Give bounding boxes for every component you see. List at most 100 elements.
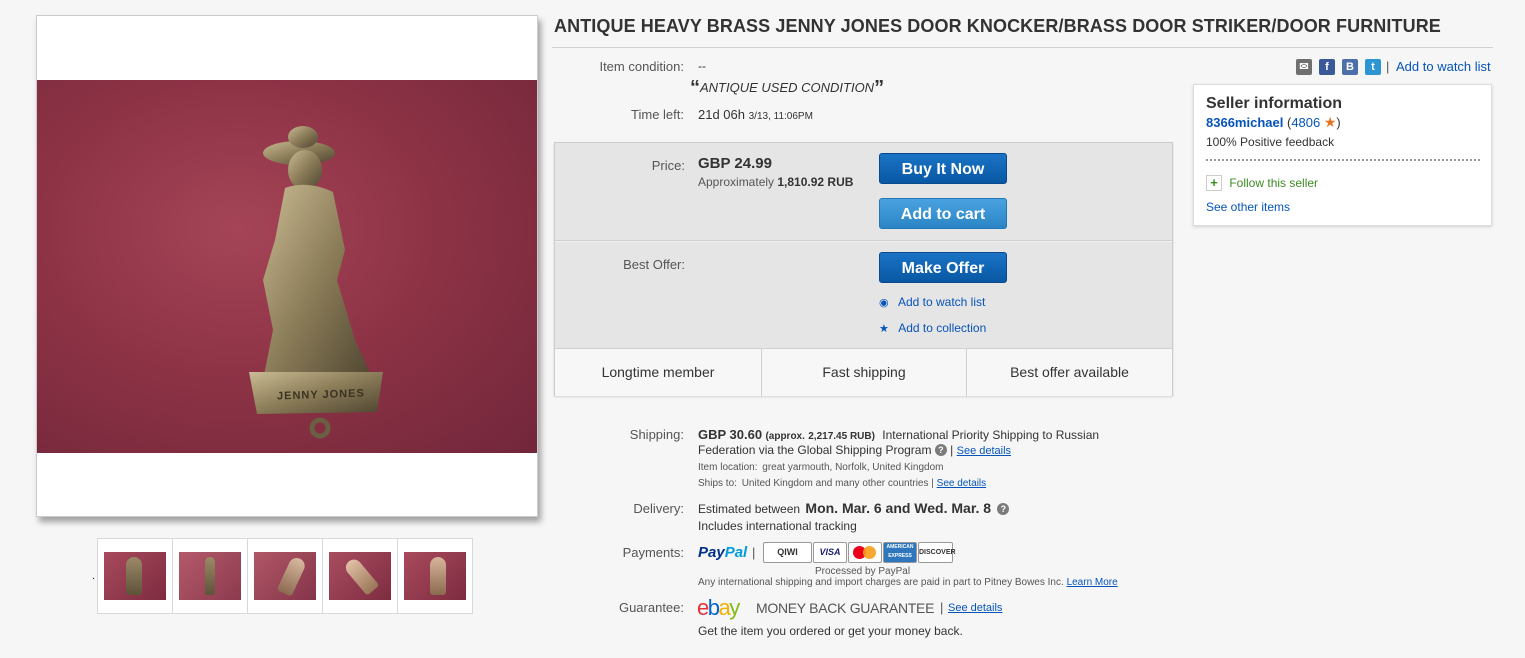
shipping-line-2: Federation via the Global Shipping Progr… xyxy=(698,443,1011,457)
twitter-icon[interactable]: t xyxy=(1365,59,1381,75)
shipping-cost: GBP 30.60 xyxy=(698,427,763,442)
price-amount: GBP 24.99 xyxy=(698,155,772,172)
mastercard-card-icon xyxy=(848,542,882,563)
feedback-score-link[interactable]: 4806 xyxy=(1291,115,1320,130)
item-location-value: great yarmouth, Norfolk, United Kingdom xyxy=(762,462,944,473)
condition-note-text: ANTIQUE USED CONDITION xyxy=(700,80,875,95)
ebay-logo: ebay xyxy=(697,595,740,620)
ships-to: Ships to: United Kingdom and many other … xyxy=(698,478,986,489)
amex-card-icon: AMERICAN EXPRESS xyxy=(883,542,917,563)
item-location: Item location: great yarmouth, Norfolk, … xyxy=(698,462,943,473)
panel-watch-link[interactable]: ◉ Add to watch list xyxy=(879,295,985,309)
payments-separator: | xyxy=(752,545,756,560)
title-divider xyxy=(552,47,1493,48)
shipping-separator: | xyxy=(950,443,954,457)
item-condition-label: Item condition: xyxy=(599,59,684,74)
item-title: ANTIQUE HEAVY BRASS JENNY JONES DOOR KNO… xyxy=(554,16,1441,36)
price-label: Price: xyxy=(651,158,685,173)
follow-seller-link[interactable]: + Follow this seller xyxy=(1206,175,1318,191)
seller-condition-note: “ANTIQUE USED CONDITION” xyxy=(690,77,884,100)
shipping-method-continued: Federation via the Global Shipping Progr… xyxy=(698,443,932,457)
main-image-frame[interactable]: JENNY JONES xyxy=(36,15,538,517)
positive-feedback: 100% Positive feedback xyxy=(1206,135,1335,149)
price-approximate: Approximately 1,810.92 RUB xyxy=(698,175,853,189)
delivery-tracking: Includes international tracking xyxy=(698,519,857,533)
delivery-estimate: Estimated between Mon. Mar. 6 and Wed. M… xyxy=(698,500,1010,516)
money-back-guarantee-text: MONEY BACK GUARANTEE xyxy=(756,600,935,616)
processed-by-paypal: Processed by PayPal xyxy=(815,566,911,577)
seller-dotted-divider xyxy=(1206,159,1480,161)
ships-to-separator: | xyxy=(931,478,934,489)
item-location-label: Item location: xyxy=(698,462,758,473)
seller-name-link[interactable]: 8366michael xyxy=(1206,115,1283,130)
guarantee-see-details-link[interactable]: See details xyxy=(948,602,1002,614)
add-to-watch-list-link[interactable]: Add to watch list xyxy=(1396,59,1491,74)
make-offer-button[interactable]: Make Offer xyxy=(879,252,1007,283)
quote-close: ” xyxy=(874,77,885,99)
email-icon[interactable]: ✉ xyxy=(1296,59,1312,75)
item-condition-value: -- xyxy=(698,59,706,73)
panel-divider xyxy=(555,240,1172,242)
thumbnail-image xyxy=(254,552,316,600)
thumbnail-5[interactable] xyxy=(397,538,473,614)
share-separator: | xyxy=(1386,59,1390,74)
badge-best-offer: Best offer available xyxy=(1010,364,1129,380)
buy-it-now-button[interactable]: Buy It Now xyxy=(879,153,1007,184)
guarantee-separator: | xyxy=(940,600,944,615)
panel-collection-label: Add to collection xyxy=(898,321,987,335)
thumbnail-image xyxy=(329,552,391,600)
paypal-logo: PayPal xyxy=(698,544,748,561)
thumbnail-4[interactable] xyxy=(322,538,398,614)
seller-heading: Seller information xyxy=(1206,95,1343,112)
purchase-panel: Price: GBP 24.99 Approximately 1,810.92 … xyxy=(554,142,1173,396)
shipping-method: International Priority Shipping to Russi… xyxy=(882,428,1100,442)
badge-longtime-member: Longtime member xyxy=(601,364,715,380)
delivery-help-icon[interactable]: ? xyxy=(997,503,1010,515)
shipping-approx: (approx. xyxy=(765,431,805,442)
thumbnail-2[interactable] xyxy=(172,538,248,614)
quote-open: “ xyxy=(690,77,700,99)
discover-card-icon: DISCOVER xyxy=(918,542,956,563)
shipping-see-details-link[interactable]: See details xyxy=(957,445,1011,457)
approx-value: 1,810.92 RUB xyxy=(777,175,854,189)
time-left-label: Time left: xyxy=(631,107,684,122)
guarantee-subtext: Get the item you ordered or get your mon… xyxy=(698,624,963,638)
ships-to-value: United Kingdom and many other countries xyxy=(741,478,929,489)
ships-to-see-details-link[interactable]: See details xyxy=(937,478,986,489)
facebook-icon[interactable]: f xyxy=(1319,59,1335,75)
score-close-paren: ) xyxy=(1336,115,1341,130)
thumbnail-3[interactable] xyxy=(247,538,323,614)
panel-collection-link[interactable]: ★ Add to collection xyxy=(879,321,986,335)
help-icon[interactable]: ? xyxy=(934,444,947,456)
seller-identity: 8366michael (4806 ★) xyxy=(1206,114,1341,131)
time-left-value: 21d 06h 3/13, 11:06PM xyxy=(698,107,813,122)
thumbnail-image xyxy=(179,552,241,600)
import-charges-text: Any international shipping and import ch… xyxy=(698,577,1064,588)
add-to-cart-button[interactable]: Add to cart xyxy=(879,198,1007,229)
import-charges-note: Any international shipping and import ch… xyxy=(698,577,1118,588)
thumbnail-image xyxy=(404,552,466,600)
delivery-label: Delivery: xyxy=(633,501,684,516)
learn-more-link[interactable]: Learn More xyxy=(1067,577,1118,588)
visa-card-icon: VISA xyxy=(813,542,847,563)
delivery-prefix: Estimated between xyxy=(698,502,801,516)
thumbnail-1[interactable] xyxy=(97,538,173,614)
thumbnail-pager-dot: . xyxy=(92,570,96,582)
ships-to-label: Ships to: xyxy=(698,478,737,489)
badge-fast-shipping: Fast shipping xyxy=(822,364,906,380)
time-left-end: 3/13, 11:06PM xyxy=(748,111,813,122)
seller-information-panel: Seller information 8366michael (4806 ★) … xyxy=(1193,84,1492,226)
see-other-items-link[interactable]: See other items xyxy=(1206,200,1290,214)
star-icon: ★ xyxy=(879,323,889,335)
blogger-icon[interactable]: B xyxy=(1342,59,1358,75)
feedback-star-icon: ★ xyxy=(1323,114,1337,130)
thumbnail-image xyxy=(104,552,166,600)
eye-icon: ◉ xyxy=(879,297,889,309)
thumbnail-strip xyxy=(97,538,475,614)
main-product-photo[interactable]: JENNY JONES xyxy=(37,80,537,453)
qiwi-card-icon: QIWI xyxy=(763,542,812,563)
plus-icon: + xyxy=(1206,175,1222,191)
shipping-line-1: GBP 30.60 (approx. 2,217.45 RUB) Interna… xyxy=(698,427,1099,442)
panel-watch-label: Add to watch list xyxy=(897,295,986,309)
guarantee-label: Guarantee: xyxy=(618,600,684,615)
